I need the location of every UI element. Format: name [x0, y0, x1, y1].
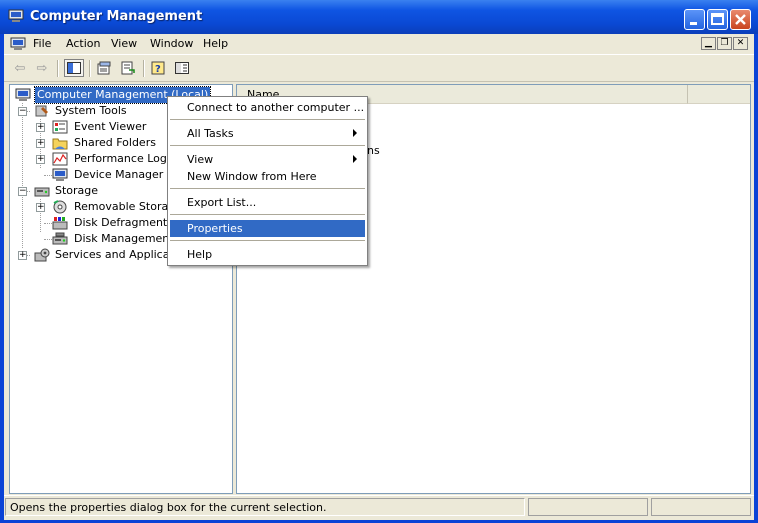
- menu-item-connect[interactable]: Connect to another computer ...: [170, 99, 365, 116]
- expand-icon[interactable]: +: [36, 139, 45, 148]
- toolbar: ⇦ ⇨ ?: [4, 54, 754, 82]
- console-tree-icon: [67, 62, 81, 74]
- menu-help[interactable]: Help: [203, 37, 228, 50]
- mdi-restore-button[interactable]: ❐: [717, 37, 732, 50]
- minimize-icon: [690, 22, 697, 25]
- submenu-arrow-icon: [353, 129, 357, 137]
- minimize-icon: ▁: [705, 38, 712, 48]
- status-pane: Opens the properties dialog box for the …: [5, 498, 525, 516]
- menu-view[interactable]: View: [111, 37, 137, 50]
- status-pane-secondary: [528, 498, 648, 516]
- expand-icon[interactable]: +: [18, 251, 27, 260]
- device-manager-icon: [52, 168, 68, 181]
- close-icon: ✕: [736, 38, 745, 48]
- collapse-icon[interactable]: −: [18, 107, 27, 116]
- menu-action[interactable]: Action: [66, 37, 100, 50]
- services-applications-icon: [34, 248, 50, 262]
- restore-icon: ❐: [720, 38, 729, 48]
- back-button[interactable]: ⇦: [10, 59, 30, 77]
- minimize-button[interactable]: [684, 9, 705, 30]
- forward-arrow-icon: ⇨: [36, 60, 48, 76]
- shared-folder-icon: [52, 138, 68, 150]
- close-icon: [735, 14, 746, 25]
- expand-icon[interactable]: +: [36, 203, 45, 212]
- menu-item-new-window[interactable]: New Window from Here: [170, 168, 365, 185]
- window-title: Computer Management: [30, 9, 203, 24]
- title-bar[interactable]: Computer Management: [0, 0, 758, 34]
- export-list-button[interactable]: [118, 59, 138, 77]
- tree-node-label: Storage: [55, 184, 99, 197]
- expand-icon[interactable]: +: [36, 155, 45, 164]
- status-text: Opens the properties dialog box for the …: [10, 501, 327, 514]
- tree-node-label: System Tools: [55, 104, 127, 117]
- tree-node-label: Disk Management: [74, 232, 174, 245]
- menu-item-view[interactable]: View: [170, 151, 365, 168]
- status-pane-tertiary: [651, 498, 751, 516]
- menu-item-properties[interactable]: Properties: [170, 220, 365, 237]
- collapse-icon[interactable]: −: [18, 187, 27, 196]
- computer-icon: [8, 9, 24, 22]
- properties-button[interactable]: [94, 59, 114, 77]
- computer-icon: [15, 88, 31, 101]
- mdi-minimize-button[interactable]: ▁: [701, 37, 716, 50]
- action-pane-icon: [175, 62, 189, 74]
- show-hide-action-pane-button[interactable]: [172, 59, 192, 77]
- computer-icon: [10, 37, 26, 50]
- maximize-icon: [711, 13, 724, 25]
- tree-node-label: Event Viewer: [74, 120, 147, 133]
- maximize-button[interactable]: [707, 9, 728, 30]
- mdi-close-button[interactable]: ✕: [733, 37, 748, 50]
- list-item[interactable]: ns: [367, 144, 380, 157]
- back-arrow-icon: ⇦: [14, 60, 26, 76]
- submenu-arrow-icon: [353, 155, 357, 163]
- properties-icon: [97, 61, 111, 75]
- disk-management-icon: [52, 232, 68, 245]
- system-tools-icon: [35, 105, 48, 117]
- tree-node-label: Shared Folders: [74, 136, 156, 149]
- disk-defragmenter-icon: [52, 217, 68, 230]
- menu-bar: File Action View Window Help ▁ ❐ ✕: [4, 34, 754, 54]
- event-viewer-icon: [52, 120, 68, 134]
- forward-button[interactable]: ⇨: [32, 59, 52, 77]
- tree-node-label: Device Manager: [74, 168, 164, 181]
- computer-management-window: Computer Management File Action View Win…: [0, 0, 758, 523]
- expand-icon[interactable]: +: [36, 123, 45, 132]
- menu-item-export-list[interactable]: Export List...: [170, 194, 365, 211]
- client-area: File Action View Window Help ▁ ❐ ✕ ⇦ ⇨ ?…: [4, 34, 754, 519]
- tree-node-label: Disk Defragmenter: [74, 216, 179, 229]
- help-button[interactable]: ?: [148, 59, 168, 77]
- close-button[interactable]: [730, 9, 751, 30]
- status-bar: Opens the properties dialog box for the …: [4, 495, 754, 520]
- export-list-icon: [121, 61, 135, 75]
- menu-item-all-tasks[interactable]: All Tasks: [170, 125, 365, 142]
- context-menu: Connect to another computer ... All Task…: [167, 96, 368, 266]
- show-hide-tree-button[interactable]: [64, 59, 84, 77]
- menu-file[interactable]: File: [33, 37, 51, 50]
- storage-icon: [34, 187, 50, 197]
- removable-storage-icon: [53, 200, 67, 214]
- tree-node-label: Services and Applicatio: [55, 248, 184, 261]
- performance-logs-icon: [52, 152, 68, 166]
- column-header-empty[interactable]: [687, 85, 750, 104]
- svg-text:?: ?: [155, 64, 161, 75]
- menu-item-help[interactable]: Help: [170, 246, 365, 263]
- menu-window[interactable]: Window: [150, 37, 193, 50]
- help-icon: ?: [151, 61, 165, 75]
